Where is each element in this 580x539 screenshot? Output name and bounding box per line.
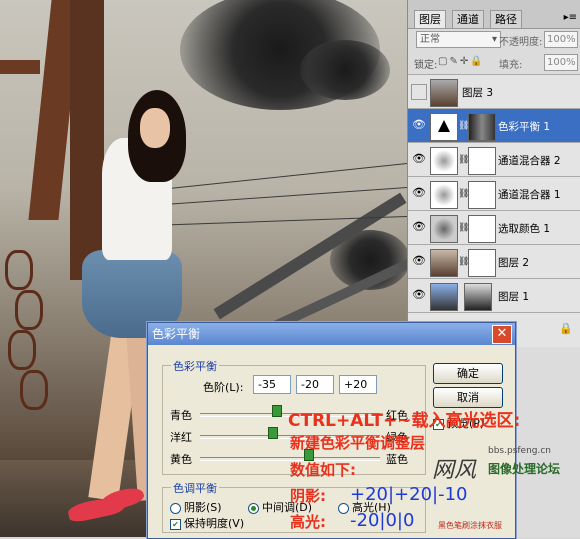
- crane-mast: [70, 0, 104, 280]
- close-button[interactable]: ✕: [492, 325, 512, 344]
- layer-mask: [468, 113, 496, 141]
- annotation-shadow-values: +20|+20|-10: [350, 484, 468, 505]
- annotation-note: 黑色笔刷涂抹衣服: [438, 521, 502, 530]
- levels-input-yellow-blue[interactable]: +20: [339, 375, 377, 394]
- checkbox-label: 保持明度(V): [184, 517, 245, 530]
- checkmark-icon: ✔: [170, 518, 181, 530]
- layer-row-color-balance[interactable]: 👁 ⛓ 色彩平衡 1: [408, 108, 580, 143]
- eye-icon[interactable]: 👁: [411, 288, 427, 302]
- layer-name: 图层 1: [498, 291, 530, 303]
- layer-mask: [468, 147, 496, 175]
- layer-mask: [468, 215, 496, 243]
- fill-input[interactable]: 100%: [544, 54, 578, 71]
- adjustment-icon: [430, 215, 458, 243]
- layer-row-selective-color[interactable]: 👁 ⛓ 选取颜色 1: [408, 210, 580, 245]
- watermark-logo: 网风: [432, 458, 477, 483]
- layer-row-channel-mixer-1[interactable]: 👁 ⛓ 通道混合器 1: [408, 176, 580, 211]
- chain-link: [8, 330, 36, 370]
- lock-icons[interactable]: ▢✎✛🔒: [438, 56, 485, 67]
- annotation-shadow-label: 阴影:: [290, 487, 326, 505]
- slider-knob-magenta-green[interactable]: [268, 427, 278, 439]
- layer-name: 图层 2: [498, 257, 530, 269]
- eye-icon[interactable]: 👁: [411, 152, 427, 166]
- slider-knob-cyan-red[interactable]: [271, 405, 282, 417]
- layer-mask: [468, 181, 496, 209]
- panel-tabs: 图层 通道 路径 ▸≡: [408, 0, 580, 29]
- fill-label: 填充:: [499, 60, 523, 71]
- tone-balance-group-label: 色调平衡: [171, 480, 219, 496]
- layer-name: 通道混合器 1: [498, 189, 561, 201]
- watermark-url: bbs.psfeng.cn: [488, 446, 552, 456]
- adjustment-icon: [430, 181, 458, 209]
- layer-name: 选取颜色 1: [498, 223, 551, 235]
- panel-menu-icon[interactable]: ▸≡: [564, 12, 577, 23]
- levels-input-magenta-green[interactable]: -20: [296, 375, 334, 394]
- lock-label: 锁定:: [414, 60, 438, 71]
- slider-left-label-cyan: 青色: [170, 409, 192, 422]
- layer-name: 色彩平衡 1: [498, 121, 551, 133]
- slider-left-label-yellow: 黄色: [170, 453, 192, 466]
- layer-thumbnail: [430, 283, 458, 311]
- radio-circle: [170, 502, 181, 514]
- opacity-label: 不透明度:: [499, 37, 543, 48]
- eye-icon[interactable]: 👁: [411, 220, 427, 234]
- eye-icon[interactable]: 👁: [411, 254, 427, 268]
- levels-label: 色阶(L):: [203, 381, 244, 394]
- layer-thumbnail: [430, 249, 458, 277]
- preserve-luminosity-checkbox[interactable]: ✔ 保持明度(V): [170, 515, 244, 531]
- ok-button[interactable]: 确定: [433, 363, 503, 384]
- blend-mode-select[interactable]: 正常 ▾: [416, 31, 501, 48]
- annotation-line2: 新建色彩平衡调整层: [290, 434, 426, 452]
- layer-row-layer1[interactable]: 👁 图层 1: [408, 278, 580, 313]
- eye-icon[interactable]: 👁: [411, 186, 427, 200]
- radio-label: 阴影(S): [184, 501, 222, 514]
- adjustment-icon: [430, 147, 458, 175]
- tab-layers[interactable]: 图层: [414, 10, 446, 28]
- annotation-highlight-label: 高光:: [290, 513, 326, 531]
- layer-row-layer3[interactable]: 图层 3: [408, 74, 580, 109]
- power-line: [149, 186, 407, 206]
- layer-mask: [468, 249, 496, 277]
- smoke-cloud-small: [300, 40, 390, 100]
- annotation-line1: CTRL+ALT+~载入高光选区:: [288, 411, 521, 431]
- chevron-down-icon: ▾: [491, 34, 497, 45]
- dialog-title: 色彩平衡: [148, 323, 515, 345]
- figure-face: [140, 108, 170, 148]
- lock-icon: 🔒: [559, 322, 573, 335]
- annotation-line3: 数值如下:: [290, 461, 356, 479]
- slider-left-label-magenta: 洋红: [170, 431, 192, 444]
- chain-link: [15, 290, 43, 330]
- layer-row-layer2[interactable]: 👁 ⛓ 图层 2: [408, 244, 580, 279]
- radio-shadows[interactable]: 阴影(S): [170, 499, 222, 515]
- layer-name: 通道混合器 2: [498, 155, 561, 167]
- color-balance-group-label: 色彩平衡: [171, 358, 219, 374]
- slider-right-label-blue: 蓝色: [386, 453, 408, 466]
- blend-mode-value: 正常: [420, 34, 440, 45]
- cancel-button[interactable]: 取消: [433, 387, 503, 408]
- power-line: [149, 162, 407, 191]
- levels-input-cyan-red[interactable]: -35: [253, 375, 291, 394]
- opacity-input[interactable]: 100%: [544, 31, 578, 48]
- adjustment-icon: [430, 113, 458, 141]
- layer-thumbnail: [430, 79, 458, 107]
- layer-row-channel-mixer-2[interactable]: 👁 ⛓ 通道混合器 2: [408, 142, 580, 177]
- eye-icon[interactable]: 👁: [411, 118, 427, 132]
- annotation-highlight-values: -20|0|0: [350, 510, 415, 531]
- chain-link: [5, 250, 33, 290]
- radio-circle: [338, 502, 349, 514]
- chain-link: [20, 370, 48, 410]
- layer-thumbnail-2: [464, 283, 492, 311]
- layer-name: 图层 3: [462, 87, 494, 99]
- crane-arm-left2: [0, 60, 40, 74]
- watermark-brand: 图像处理论坛: [488, 462, 561, 476]
- tab-channels[interactable]: 通道: [452, 10, 484, 28]
- tab-paths[interactable]: 路径: [490, 10, 522, 28]
- radio-circle-selected: [248, 502, 259, 514]
- visibility-toggle[interactable]: [411, 84, 427, 100]
